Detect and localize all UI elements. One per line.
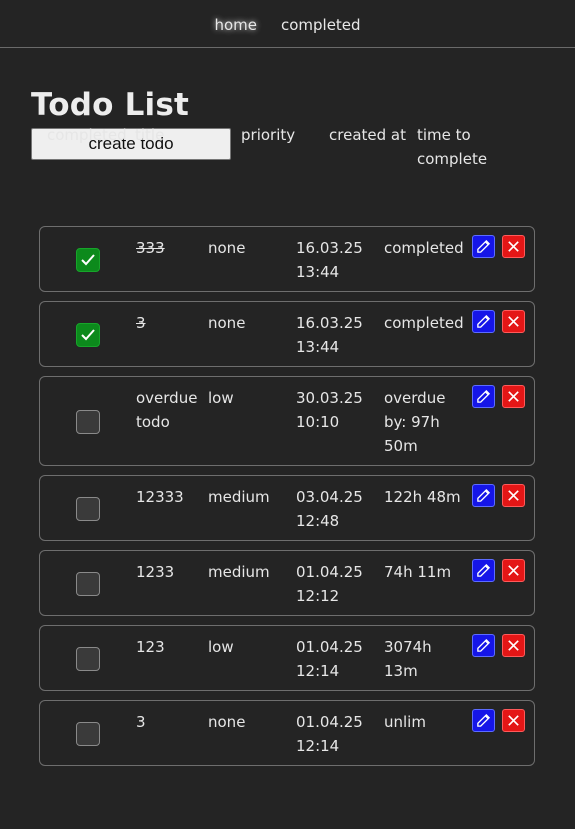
todo-created-at: 16.03.25 13:44 (296, 239, 363, 281)
todo-time-to-complete: unlim (384, 713, 426, 731)
todo-priority: medium (208, 488, 270, 506)
top-nav: home completed (0, 0, 575, 48)
header-created-at: created at (329, 126, 406, 144)
todo-title: 1233 (136, 563, 175, 581)
todo-priority: low (208, 638, 234, 656)
edit-todo-button[interactable] (472, 484, 495, 507)
delete-todo-button[interactable] (502, 385, 525, 408)
todo-priority: none (208, 314, 246, 332)
todo-priority: none (208, 239, 246, 257)
edit-todo-button[interactable] (472, 235, 495, 258)
nav-link-completed[interactable]: completed (281, 15, 361, 35)
todo-checkbox[interactable] (76, 722, 100, 746)
todo-row: 3 none 01.04.25 12:14 unlim (39, 700, 535, 766)
delete-todo-button[interactable] (502, 634, 525, 657)
todo-checkbox[interactable] (76, 497, 100, 521)
todo-list: 333 none 16.03.25 13:44 completed 3 none 16.03… (39, 226, 535, 775)
edit-todo-button[interactable] (472, 634, 495, 657)
todo-time-to-complete: overdue by: 97h 50m (384, 389, 446, 455)
todo-priority: medium (208, 563, 270, 581)
todo-created-at: 03.04.25 12:48 (296, 488, 363, 530)
delete-todo-button[interactable] (502, 484, 525, 507)
delete-todo-button[interactable] (502, 709, 525, 732)
todo-created-at: 16.03.25 13:44 (296, 314, 363, 356)
header-title: title (135, 126, 165, 144)
edit-todo-button[interactable] (472, 559, 495, 582)
todo-checkbox[interactable] (76, 572, 100, 596)
edit-todo-button[interactable] (472, 385, 495, 408)
todo-row: 1233 medium 01.04.25 12:12 74h 11m (39, 550, 535, 616)
todo-created-at: 01.04.25 12:14 (296, 713, 363, 755)
header-priority: priority (241, 126, 296, 144)
header-time-to-complete: time to complete (417, 126, 488, 168)
todo-time-to-complete: 3074h 13m (384, 638, 432, 680)
todo-checkbox[interactable] (76, 410, 100, 434)
delete-todo-button[interactable] (502, 559, 525, 582)
edit-todo-button[interactable] (472, 310, 495, 333)
edit-todo-button[interactable] (472, 709, 495, 732)
todo-row: 333 none 16.03.25 13:44 completed (39, 226, 535, 292)
todo-checkbox[interactable] (76, 647, 100, 671)
todo-title: 333 (136, 239, 165, 257)
todo-time-to-complete: completed (384, 314, 464, 332)
todo-title: 12333 (136, 488, 184, 506)
todo-row: 3 none 16.03.25 13:44 completed (39, 301, 535, 367)
todo-row: overdue todo low 30.03.25 10:10 overdue by:… (39, 376, 535, 466)
todo-created-at: 01.04.25 12:14 (296, 638, 363, 680)
todo-title: 3 (136, 314, 146, 332)
todo-priority: none (208, 713, 246, 731)
todo-time-to-complete: 122h 48m (384, 488, 461, 506)
delete-todo-button[interactable] (502, 235, 525, 258)
todo-time-to-complete: 74h 11m (384, 563, 452, 581)
todo-title: 123 (136, 638, 165, 656)
delete-todo-button[interactable] (502, 310, 525, 333)
todo-created-at: 30.03.25 10:10 (296, 389, 363, 431)
table-header: completed title priority created at time… (0, 123, 575, 173)
todo-row: 123 low 01.04.25 12:14 3074h 13m (39, 625, 535, 691)
todo-title: overdue todo (136, 389, 198, 431)
todo-created-at: 01.04.25 12:12 (296, 563, 363, 605)
todo-time-to-complete: completed (384, 239, 464, 257)
todo-priority: low (208, 389, 234, 407)
todo-checkbox[interactable] (76, 248, 100, 272)
nav-link-home[interactable]: home (214, 15, 257, 35)
page-title: Todo List (31, 87, 190, 123)
todo-checkbox[interactable] (76, 323, 100, 347)
todo-title: 3 (136, 713, 146, 731)
todo-row: 12333 medium 03.04.25 12:48 122h 48m (39, 475, 535, 541)
header-completed: completed (47, 126, 127, 144)
